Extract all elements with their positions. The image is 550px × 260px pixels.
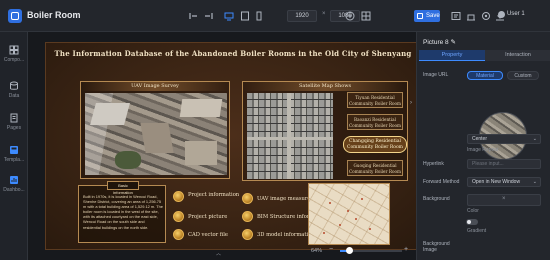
add-icon[interactable] (345, 11, 355, 21)
tablet-view-icon[interactable] (240, 11, 250, 21)
panel-title: Picture 8 ✎ (423, 39, 456, 46)
gradient-toggle[interactable] (466, 219, 478, 225)
app-logo-icon (8, 9, 22, 23)
dashboard-title: The Information Database of the Abandone… (54, 49, 412, 58)
zoom-level[interactable]: 64% (311, 248, 322, 254)
background-color-picker[interactable]: × (467, 194, 541, 206)
mobile-view-icon[interactable] (254, 11, 264, 21)
satellite-panel-header: Satellite Map Shows (243, 82, 407, 91)
avatar (498, 11, 505, 18)
desktop-view-icon[interactable] (224, 11, 234, 21)
satellite-map-image[interactable] (247, 93, 333, 179)
source-material-option[interactable]: Material (467, 71, 503, 80)
grid-icon[interactable] (361, 11, 371, 21)
sidebar-item-label: Pages (6, 125, 22, 131)
edit-icon[interactable]: ✎ (450, 39, 455, 46)
list-item[interactable]: Guoqing Residential Community Boiler Roo… (347, 160, 403, 176)
button-label: Project information (188, 192, 240, 198)
sidebar-item-templates[interactable]: Templa... (0, 140, 28, 168)
pages-icon (9, 113, 19, 123)
select-value: Open in New Window (472, 179, 521, 185)
image-repeat-label: Image Repeat (467, 147, 499, 153)
zoom-slider[interactable] (340, 247, 402, 254)
image-url-label: Image URL (423, 72, 449, 78)
user-name: User 1 (507, 11, 525, 17)
left-sidebar: Compo... Data Pages Templa... Dashbo... (0, 32, 28, 260)
button-label: Project picture (188, 214, 228, 220)
gold-bullet-icon (173, 229, 184, 240)
basic-information-tag: Basic information (107, 181, 139, 195)
sidebar-item-label: Compo... (3, 57, 25, 63)
gold-bullet-icon (173, 191, 184, 202)
save-icon (417, 13, 423, 19)
forward-method-select[interactable]: Open in New Window ⌄ (467, 177, 541, 187)
zoom-out-button[interactable]: − (329, 246, 333, 253)
gold-bullet-icon (242, 193, 253, 204)
list-item[interactable]: Tiyuan Residential Community Boiler Room (347, 92, 403, 108)
sidebar-item-components[interactable]: Compo... (0, 40, 28, 68)
save-button[interactable]: Save (414, 10, 440, 22)
basic-information-text: Built in 1970s, it is located in Wencui … (83, 194, 163, 230)
chevron-up-icon[interactable]: ︿ (216, 250, 224, 257)
dashboard-canvas[interactable]: The Information Database of the Abandone… (45, 42, 419, 250)
settings-icon[interactable] (481, 11, 491, 21)
save-label: Save (426, 12, 440, 19)
preview-icon[interactable] (451, 11, 461, 21)
app-title: Boiler Room (27, 10, 81, 20)
location-map[interactable] (308, 183, 390, 245)
image-position-select[interactable]: Center ⌄ (467, 134, 541, 144)
basic-information-box: Basic information Built in 1970s, it is … (78, 181, 166, 243)
components-icon (9, 45, 19, 55)
publish-icon[interactable] (466, 11, 476, 21)
forward-method-label: Forward Method (423, 179, 460, 185)
canvas-area: The Information Database of the Abandone… (28, 32, 419, 260)
undo-icon[interactable] (188, 11, 198, 21)
uav-panel: UAV Image Survey (80, 81, 230, 179)
sidebar-item-dashboard[interactable]: Dashbo... (0, 170, 28, 198)
redo-icon[interactable] (204, 11, 214, 21)
chevron-down-icon: ⌄ (532, 136, 537, 142)
uav-aerial-photo[interactable] (85, 93, 227, 175)
background-image-label: Background Image (423, 241, 450, 253)
tab-interaction[interactable]: Interaction (485, 50, 550, 61)
gold-bullet-icon (242, 211, 253, 222)
properties-panel: Picture 8 ✎ Property Interaction Image U… (416, 32, 550, 260)
user-menu[interactable]: User 1 (498, 11, 525, 18)
resolution-separator: × (322, 11, 326, 17)
tab-property[interactable]: Property (419, 50, 485, 61)
top-toolbar: Boiler Room 1920 × 1080 Save User 1 (0, 0, 550, 32)
sidebar-item-label: Data (8, 93, 20, 99)
button-label: CAD vector file (188, 232, 228, 238)
canvas-width-input[interactable]: 1920 (287, 10, 317, 22)
background-label: Background (423, 196, 450, 202)
panel-tabs: Property Interaction (419, 50, 550, 61)
close-icon[interactable]: × (502, 196, 506, 202)
uav-panel-header: UAV Image Survey (81, 82, 229, 91)
template-icon (9, 145, 19, 155)
list-item-selected[interactable]: Changqing Residential Community Boiler R… (343, 136, 407, 153)
button-label: 3D model information (257, 232, 315, 238)
gold-bullet-icon (173, 211, 184, 222)
sidebar-item-pages[interactable]: Pages (0, 108, 28, 136)
dashboard-icon (9, 175, 19, 185)
app-root: Boiler Room 1920 × 1080 Save User 1 Comp… (0, 0, 550, 260)
select-value: Center (472, 136, 488, 142)
list-item[interactable]: Baoanzi Residential Community Boiler Roo… (347, 114, 403, 130)
hyperlink-label: Hyperlink (423, 161, 444, 167)
gradient-label: Gradient (467, 228, 487, 234)
satellite-panel: Satellite Map Shows Tiyuan Residential C… (242, 81, 408, 181)
source-custom-option[interactable]: Custom (507, 71, 539, 80)
color-label: Color (467, 208, 479, 214)
gold-bullet-icon (242, 229, 253, 240)
chevron-down-icon: ⌄ (532, 179, 537, 185)
zoom-in-button[interactable]: + (404, 246, 408, 253)
sidebar-item-label: Dashbo... (3, 187, 25, 193)
sidebar-item-data[interactable]: Data (0, 76, 28, 104)
sidebar-item-label: Templa... (3, 157, 25, 163)
database-icon (9, 81, 19, 91)
hyperlink-input[interactable]: Please input... (467, 159, 541, 169)
chevron-right-icon[interactable]: › (410, 100, 412, 106)
